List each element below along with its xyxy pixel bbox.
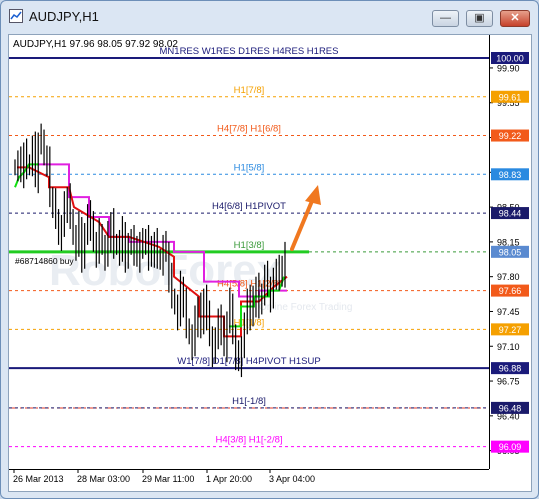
price-tick-label: 97.10 (497, 342, 520, 352)
level-label: MN1RES W1RES D1RES H4RES H1RES (160, 46, 339, 57)
time-label: 29 Mar 11:00 (142, 474, 194, 484)
level-label: H1[7/8] (234, 85, 265, 96)
order-label[interactable]: #68714860 buy (15, 256, 74, 266)
minimize-icon: — (440, 12, 451, 24)
price-tag: 96.88 (499, 364, 522, 374)
price-tag: 98.44 (499, 209, 522, 219)
price-tick-label: 97.45 (497, 307, 520, 317)
price-tag: 99.22 (499, 131, 522, 141)
price-tag: 99.61 (499, 92, 522, 102)
chart-header: AUDJPY,H1 97.96 98.05 97.92 98.02 (13, 39, 178, 50)
price-tag: 96.09 (499, 442, 522, 452)
minimize-button[interactable]: — (432, 10, 459, 27)
title-bar[interactable]: AUDJPY,H1 — ▣ ✕ (1, 1, 538, 31)
price-tick-label: 97.80 (497, 272, 520, 282)
price-tag: 100.00 (496, 54, 524, 64)
forecast-arrow-icon (290, 185, 321, 251)
level-label: H1[5/8] (234, 162, 265, 173)
price-chart[interactable]: RoboForex Online Forex Trading MN1RES W1… (9, 35, 531, 491)
level-label: H4[7/8] H1[6/8] (217, 124, 281, 135)
level-label: W1[7/8] D1[7/8] H4PIVOT H1SUP (177, 356, 320, 367)
price-tag: 96.48 (499, 403, 522, 413)
price-tag: 97.27 (499, 325, 522, 335)
price-tick-label: 96.75 (497, 377, 520, 387)
level-label: H1[-1/8] (232, 396, 266, 407)
chart-icon (9, 9, 23, 23)
level-label: H1[3/8] (234, 240, 265, 251)
restore-button[interactable]: ▣ (466, 10, 493, 27)
close-button[interactable]: ✕ (500, 10, 530, 27)
time-label: 26 Mar 2013 (13, 474, 64, 484)
restore-icon: ▣ (474, 12, 485, 24)
window-title: AUDJPY,H1 (29, 9, 99, 24)
time-axis: 26 Mar 2013 28 Mar 03:00 29 Mar 11:00 1 Apr… (13, 469, 315, 484)
price-tag: 98.05 (499, 247, 522, 257)
chart-area[interactable]: RoboForex Online Forex Trading MN1RES W1… (8, 34, 532, 492)
close-icon: ✕ (510, 12, 520, 24)
time-label: 28 Mar 03:00 (77, 474, 130, 484)
time-label: 1 Apr 20:00 (206, 474, 252, 484)
price-tag: 98.83 (499, 170, 522, 180)
price-tick-label: 99.90 (497, 63, 520, 73)
time-label: 3 Apr 04:00 (269, 474, 315, 484)
price-tag: 97.66 (499, 286, 522, 296)
level-label: H4[6/8] H1PIVOT (212, 201, 286, 212)
level-label: H4[3/8] H1[-2/8] (215, 435, 282, 446)
chart-window: AUDJPY,H1 — ▣ ✕ RoboForex Online Forex T… (0, 0, 539, 499)
